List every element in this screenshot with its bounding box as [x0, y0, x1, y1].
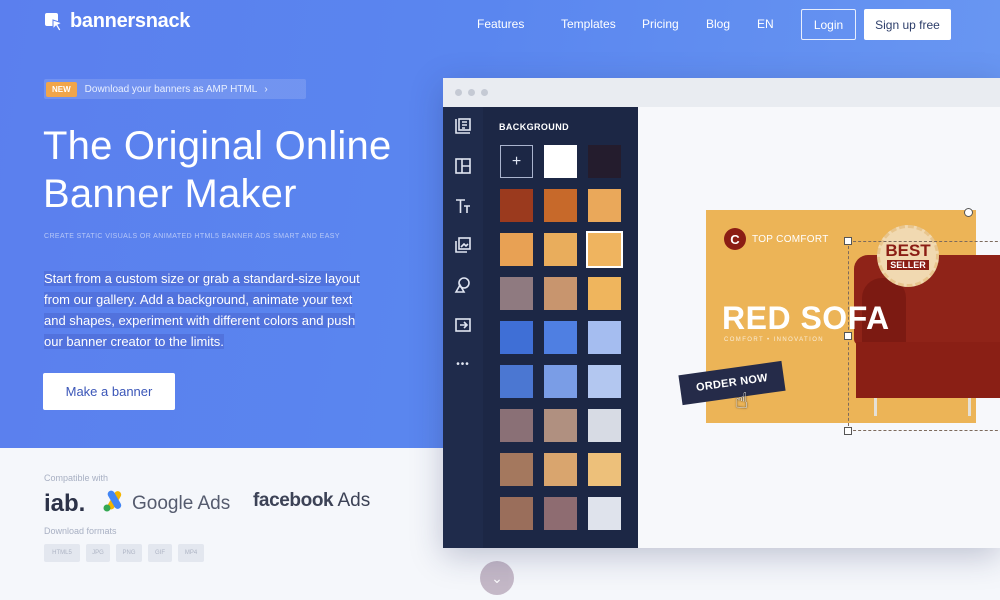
- color-swatch[interactable]: [544, 233, 577, 266]
- login-button[interactable]: Login: [801, 9, 856, 40]
- format-badge: PNG: [116, 544, 142, 562]
- color-swatch[interactable]: [588, 409, 621, 442]
- color-swatch[interactable]: [500, 409, 533, 442]
- format-badge: MP4: [178, 544, 204, 562]
- nav-language[interactable]: EN: [757, 17, 774, 31]
- make-banner-button[interactable]: Make a banner: [43, 373, 175, 410]
- facebook-word: facebook: [253, 490, 334, 511]
- layout-icon[interactable]: [452, 155, 474, 177]
- nav-features[interactable]: Features: [477, 17, 524, 31]
- add-color-button[interactable]: +: [500, 145, 533, 178]
- color-swatch[interactable]: [500, 497, 533, 530]
- formats-list: HTML5 JPG PNG GIF MP4: [44, 544, 204, 562]
- chevron-down-icon: ⌄: [491, 569, 503, 586]
- google-ads-text: Google Ads: [132, 493, 231, 514]
- google-ads-icon: [102, 490, 126, 518]
- scroll-down-button[interactable]: ⌄: [480, 561, 514, 595]
- tagline: CREATE STATIC VISUALS OR ANIMATED HTML5 …: [44, 233, 340, 240]
- color-swatch[interactable]: [544, 497, 577, 530]
- more-icon[interactable]: •••: [452, 353, 474, 375]
- logo[interactable]: bannersnack: [44, 10, 190, 33]
- color-swatch[interactable]: [588, 189, 621, 222]
- format-badge: GIF: [148, 544, 172, 562]
- color-swatch[interactable]: [500, 321, 533, 354]
- nav-templates[interactable]: Templates: [561, 17, 616, 31]
- color-swatch[interactable]: [588, 453, 621, 486]
- rotate-handle[interactable]: [964, 208, 973, 217]
- resize-handle[interactable]: [844, 332, 852, 340]
- editor-toolbar: •••: [443, 107, 483, 548]
- color-swatch[interactable]: [588, 145, 621, 178]
- text-icon[interactable]: [452, 195, 474, 217]
- media-icon[interactable]: [452, 234, 474, 256]
- color-swatch[interactable]: [544, 409, 577, 442]
- chevron-right-icon: ›: [264, 83, 268, 95]
- color-swatch[interactable]: [500, 189, 533, 222]
- color-swatch[interactable]: [544, 453, 577, 486]
- banner-logo: C: [724, 228, 746, 250]
- announcement-bar[interactable]: NEW Download your banners as AMP HTML ›: [44, 79, 306, 99]
- title-line-1: The Original Online: [43, 124, 392, 168]
- panel-title: BACKGROUND: [499, 122, 569, 132]
- color-swatch[interactable]: [500, 233, 533, 266]
- color-swatch[interactable]: [500, 277, 533, 310]
- facebook-ads-logo: facebook Ads: [253, 490, 370, 512]
- signup-button[interactable]: Sign up free: [864, 9, 951, 40]
- color-swatch[interactable]: [544, 277, 577, 310]
- compatible-label: Compatible with: [44, 473, 109, 483]
- new-badge: NEW: [46, 81, 77, 97]
- color-swatch[interactable]: [544, 189, 577, 222]
- export-icon[interactable]: [452, 314, 474, 336]
- hand-cursor-icon: ☝: [735, 388, 749, 413]
- banner-subtitle: COMFORT • INNOVATION: [724, 337, 824, 343]
- window-titlebar: [443, 78, 1000, 107]
- resize-handle[interactable]: [844, 427, 852, 435]
- color-swatch[interactable]: [544, 365, 577, 398]
- window-dot: [481, 89, 488, 96]
- announcement-text: Download your banners as AMP HTML: [84, 83, 258, 95]
- color-swatch[interactable]: [544, 321, 577, 354]
- color-swatch[interactable]: [588, 497, 621, 530]
- window-dot: [468, 89, 475, 96]
- nav-blog[interactable]: Blog: [706, 17, 730, 31]
- shapes-icon[interactable]: [452, 274, 474, 296]
- format-badge: JPG: [86, 544, 110, 562]
- logo-icon: [44, 11, 64, 33]
- resize-handle[interactable]: [844, 237, 852, 245]
- banner-brand: TOP COMFORT: [752, 234, 829, 245]
- color-swatch[interactable]: [586, 231, 623, 268]
- hero-description: Start from a custom size or grab a stand…: [44, 268, 374, 352]
- color-swatch[interactable]: [588, 365, 621, 398]
- color-swatch[interactable]: [500, 365, 533, 398]
- google-ads-logo: Google Ads: [102, 490, 230, 518]
- page-title: The Original Online Banner Maker: [43, 122, 443, 218]
- logo-text: bannersnack: [70, 10, 191, 32]
- selection-box[interactable]: [848, 241, 1000, 431]
- color-swatch[interactable]: [588, 277, 621, 310]
- color-swatch[interactable]: [544, 145, 577, 178]
- download-formats-label: Download formats: [44, 526, 117, 536]
- color-swatch[interactable]: [588, 321, 621, 354]
- color-swatch[interactable]: [500, 453, 533, 486]
- layers-icon[interactable]: [452, 115, 474, 137]
- background-panel: BACKGROUND +: [483, 107, 638, 548]
- iab-logo: iab.: [44, 490, 86, 517]
- format-badge: HTML5: [44, 544, 80, 562]
- nav-pricing[interactable]: Pricing: [642, 17, 679, 31]
- facebook-ads-word: Ads: [333, 490, 371, 511]
- title-line-2: Banner Maker: [43, 172, 297, 216]
- window-dot: [455, 89, 462, 96]
- hero-description-text: Start from a custom size or grab a stand…: [44, 271, 360, 349]
